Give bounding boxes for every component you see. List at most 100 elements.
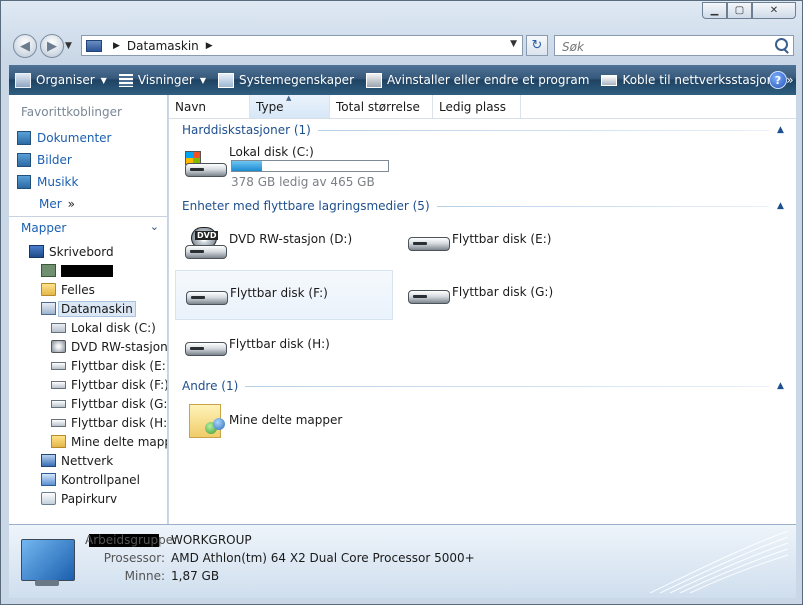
search-icon[interactable] [775, 38, 788, 51]
collapse-group-icon[interactable]: ▲ [777, 125, 786, 135]
tree-item-control-panel[interactable]: Kontrollpanel [9, 470, 167, 489]
close-button[interactable]: ✕ [752, 2, 796, 19]
maximize-button[interactable]: ▢ [727, 2, 752, 19]
column-header-type[interactable]: ▲ Type [250, 95, 330, 118]
views-label: Visninger [137, 73, 194, 87]
tree-label: Nettverk [61, 453, 114, 468]
tree-label: Flyttbar disk (E:) [71, 358, 168, 373]
dvd-badge: DVD [195, 231, 219, 240]
organize-menu[interactable]: Organiser ▼ [15, 72, 107, 88]
favorite-more[interactable]: Mer » [9, 193, 167, 215]
window-controls: ▁ ▢ ✕ [702, 2, 796, 19]
column-label: Type [256, 99, 284, 114]
address-dropdown-icon[interactable]: ▼ [510, 39, 517, 49]
forward-button[interactable]: ▶ [40, 34, 64, 58]
favorite-documents[interactable]: Dokumenter [9, 127, 167, 149]
favorite-links-title: Favorittkoblinger [21, 105, 122, 119]
recent-pages-dropdown[interactable]: ▼ [65, 41, 72, 51]
detail-label: Arbeidsgruppe: [85, 533, 178, 547]
tree-item-drive-d[interactable]: DVD RW-stasjon ( [9, 337, 168, 356]
chevron-down-icon: ▼ [100, 75, 107, 85]
tree-item-public[interactable]: Felles [9, 280, 167, 299]
tree-label: DVD RW-stasjon ( [71, 339, 168, 354]
uninstall-label: Avinstaller eller endre et program [387, 73, 590, 87]
favorite-label: Musikk [37, 175, 79, 189]
group-header-removable[interactable]: Enheter med flyttbare lagringsmedier (5)… [169, 197, 796, 215]
drive-name: Flyttbar disk (E:) [452, 232, 552, 246]
drive-tile-d[interactable]: DVD DVD RW-stasjon (D:) [175, 217, 393, 267]
tree-item-shared[interactable]: Mine delte mappe [9, 432, 167, 451]
detail-label: Prosessor: [103, 551, 165, 565]
tree-item-drive-f[interactable]: Flyttbar disk (F:) [9, 375, 167, 394]
tree-item-computer[interactable]: Datamaskin [9, 299, 167, 318]
tree-label: Flyttbar disk (H:) [71, 415, 168, 430]
back-arrow-icon: ◀ [20, 38, 30, 54]
back-button[interactable]: ◀ [13, 34, 37, 58]
tree-label: Lokal disk (C:) [71, 320, 156, 335]
address-bar[interactable]: ▶ Datamaskin ▶ ▼ [81, 35, 523, 56]
tree-item-drive-h[interactable]: Flyttbar disk (H:) [9, 413, 168, 432]
forward-arrow-icon: ▶ [47, 38, 57, 54]
drive-name: Flyttbar disk (H:) [229, 337, 330, 351]
tree-item-network[interactable]: Nettverk [9, 451, 167, 470]
views-menu[interactable]: Visninger ▼ [118, 73, 206, 87]
shared-folders-tile[interactable]: Mine delte mapper [175, 398, 393, 448]
desktop-icon [29, 245, 44, 258]
column-header-total-size[interactable]: Total størrelse [330, 95, 433, 118]
more-chevron-icon: » [786, 73, 794, 87]
drive-tile-e[interactable]: Flyttbar disk (E:) [398, 217, 616, 267]
documents-icon [17, 131, 31, 145]
help-button[interactable]: ? [769, 71, 787, 89]
content-pane: Navn ▲ Type Total størrelse Ledig plass H… [169, 95, 796, 524]
removable-disk-icon [51, 361, 66, 370]
dvd-drive-icon: DVD [183, 227, 229, 259]
removable-disk-icon [51, 399, 66, 408]
tree-item-drive-c[interactable]: Lokal disk (C:) [9, 318, 167, 337]
drive-tile-h[interactable]: Flyttbar disk (H:) [175, 322, 393, 372]
refresh-button[interactable]: ↻ [526, 35, 548, 56]
system-properties-button[interactable]: Systemegenskaper [217, 72, 354, 88]
help-icon: ? [774, 73, 782, 87]
column-header-name[interactable]: Navn [169, 95, 250, 118]
map-network-drive-button[interactable]: Koble til nettverksstasjon [601, 73, 774, 87]
music-icon [17, 175, 31, 189]
folders-header[interactable]: Mapper ⌄ [9, 216, 167, 238]
search-input[interactable] [560, 37, 764, 56]
tree-item-desktop[interactable]: Skrivebord [9, 242, 167, 261]
uninstall-button[interactable]: Avinstaller eller endre et program [366, 72, 590, 88]
favorite-label: Dokumenter [37, 131, 112, 145]
minimize-button[interactable]: ▁ [702, 2, 727, 19]
favorite-music[interactable]: Musikk [9, 171, 167, 193]
detail-label: Minne: [124, 569, 165, 583]
tree-label: Papirkurv [61, 491, 118, 506]
tree-item-recycle-bin[interactable]: Papirkurv [9, 489, 167, 508]
tree-item-user[interactable] [9, 261, 167, 280]
collapse-group-icon[interactable]: ▲ [777, 201, 786, 211]
group-divider [245, 385, 769, 387]
tree-item-drive-e[interactable]: Flyttbar disk (E:) [9, 356, 168, 375]
chevron-down-icon: ▼ [199, 75, 206, 85]
drive-tile-f[interactable]: Flyttbar disk (F:) [175, 270, 393, 320]
search-box[interactable] [554, 35, 794, 56]
favorite-label: Bilder [37, 153, 72, 167]
redacted-user-name [61, 264, 113, 277]
breadcrumb-computer[interactable]: Datamaskin [127, 39, 199, 53]
favorite-pictures[interactable]: Bilder [9, 149, 167, 171]
more-commands-button[interactable]: » [786, 73, 793, 87]
group-header-other[interactable]: Andre (1) ▲ [169, 377, 796, 395]
group-header-hard-disks[interactable]: Harddiskstasjoner (1) ▲ [169, 121, 796, 139]
folders-title: Mapper [21, 220, 67, 235]
refresh-icon: ↻ [531, 38, 543, 53]
breadcrumb-chevron-icon[interactable]: ▶ [206, 41, 213, 51]
collapse-group-icon[interactable]: ▲ [777, 381, 786, 391]
tree-item-drive-g[interactable]: Flyttbar disk (G:) [9, 394, 167, 413]
user-folder-icon [41, 264, 56, 277]
computer-icon [41, 302, 56, 315]
more-arrow-icon: » [67, 197, 76, 211]
breadcrumb-chevron-icon[interactable]: ▶ [113, 41, 120, 51]
tree-label: Felles [61, 282, 95, 297]
pictures-icon [17, 153, 31, 167]
removable-disk-icon [184, 281, 230, 311]
drive-tile-g[interactable]: Flyttbar disk (G:) [398, 270, 616, 320]
column-header-free-space[interactable]: Ledig plass [433, 95, 521, 118]
